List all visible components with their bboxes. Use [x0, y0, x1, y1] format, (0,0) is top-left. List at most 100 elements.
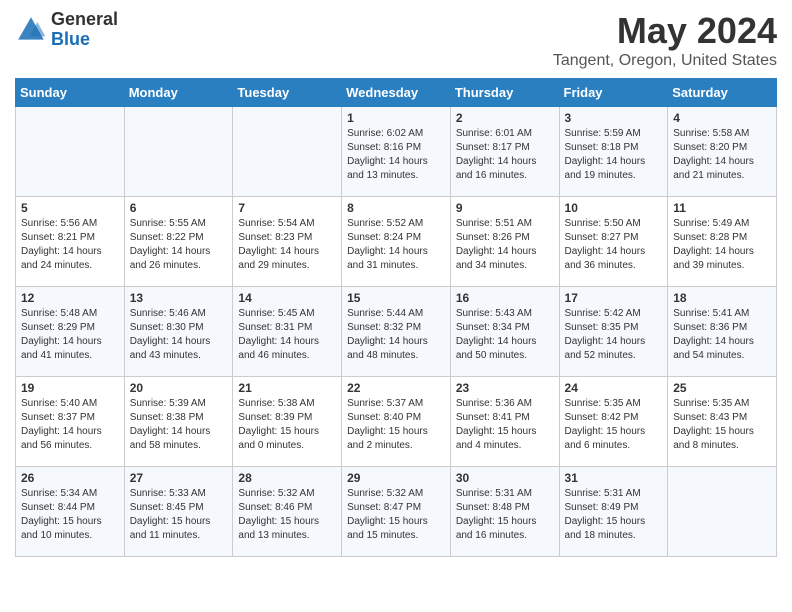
logo-text: General Blue: [51, 10, 118, 50]
day-number: 21: [238, 381, 336, 395]
logo-blue: Blue: [51, 30, 118, 50]
logo-general: General: [51, 10, 118, 30]
day-cell: 10 Sunrise: 5:50 AM Sunset: 8:27 PM Dayli…: [559, 197, 668, 287]
day-number: 14: [238, 291, 336, 305]
week-row-3: 12 Sunrise: 5:48 AM Sunset: 8:29 PM Dayli…: [16, 287, 777, 377]
day-info: Sunrise: 5:31 AM Sunset: 8:49 PM Dayligh…: [565, 487, 663, 543]
day-cell: 23Sunrise: 5:36 AM Sunset: 8:41 PM Dayli…: [450, 377, 559, 467]
week-row-1: 1 Sunrise: 6:02 AM Sunset: 8:16 PM Daylig…: [16, 107, 777, 197]
day-info: Sunrise: 5:49 AM Sunset: 8:28 PM Dayligh…: [673, 217, 771, 273]
day-info: Sunrise: 6:02 AM Sunset: 8:16 PM Dayligh…: [347, 127, 445, 183]
day-number: 31: [565, 471, 663, 485]
day-info: Sunrise: 5:38 AM Sunset: 8:39 PM Dayligh…: [238, 397, 336, 453]
day-cell: 24Sunrise: 5:35 AM Sunset: 8:42 PM Dayli…: [559, 377, 668, 467]
day-cell: 14Sunrise: 5:45 AM Sunset: 8:31 PM Dayli…: [233, 287, 342, 377]
calendar-header: SundayMondayTuesdayWednesdayThursdayFrid…: [16, 79, 777, 107]
day-number: 26: [21, 471, 119, 485]
day-number: 7: [238, 201, 336, 215]
day-number: 16: [456, 291, 554, 305]
day-number: 19: [21, 381, 119, 395]
day-info: Sunrise: 5:33 AM Sunset: 8:45 PM Dayligh…: [130, 487, 228, 543]
day-info: Sunrise: 5:42 AM Sunset: 8:35 PM Dayligh…: [565, 307, 663, 363]
day-cell: [124, 107, 233, 197]
main-title: May 2024: [553, 10, 777, 52]
day-cell: 29Sunrise: 5:32 AM Sunset: 8:47 PM Dayli…: [342, 467, 451, 557]
day-cell: 28Sunrise: 5:32 AM Sunset: 8:46 PM Dayli…: [233, 467, 342, 557]
day-number: 9: [456, 201, 554, 215]
day-cell: 18 Sunrise: 5:41 AM Sunset: 8:36 PM Dayli…: [668, 287, 777, 377]
day-number: 20: [130, 381, 228, 395]
day-cell: 4 Sunrise: 5:58 AM Sunset: 8:20 PM Daylig…: [668, 107, 777, 197]
day-number: 1: [347, 111, 445, 125]
week-row-5: 26 Sunrise: 5:34 AM Sunset: 8:44 PM Dayli…: [16, 467, 777, 557]
day-cell: 19 Sunrise: 5:40 AM Sunset: 8:37 PM Dayli…: [16, 377, 125, 467]
day-number: 13: [130, 291, 228, 305]
day-number: 3: [565, 111, 663, 125]
header-row: SundayMondayTuesdayWednesdayThursdayFrid…: [16, 79, 777, 107]
day-number: 18: [673, 291, 771, 305]
day-cell: 31 Sunrise: 5:31 AM Sunset: 8:49 PM Dayli…: [559, 467, 668, 557]
day-number: 10: [565, 201, 663, 215]
day-number: 23: [456, 381, 554, 395]
day-cell: 16 Sunrise: 5:43 AM Sunset: 8:34 PM Dayli…: [450, 287, 559, 377]
day-cell: [16, 107, 125, 197]
day-info: Sunrise: 5:50 AM Sunset: 8:27 PM Dayligh…: [565, 217, 663, 273]
logo-icon: [15, 14, 47, 46]
day-cell: 6Sunrise: 5:55 AM Sunset: 8:22 PM Daylig…: [124, 197, 233, 287]
title-block: May 2024 Tangent, Oregon, United States: [553, 10, 777, 70]
day-cell: 3 Sunrise: 5:59 AM Sunset: 8:18 PM Daylig…: [559, 107, 668, 197]
day-info: Sunrise: 5:52 AM Sunset: 8:24 PM Dayligh…: [347, 217, 445, 273]
day-info: Sunrise: 5:39 AM Sunset: 8:38 PM Dayligh…: [130, 397, 228, 453]
header-sunday: Sunday: [16, 79, 125, 107]
day-number: 11: [673, 201, 771, 215]
day-number: 24: [565, 381, 663, 395]
day-info: Sunrise: 5:54 AM Sunset: 8:23 PM Dayligh…: [238, 217, 336, 273]
header-saturday: Saturday: [668, 79, 777, 107]
day-info: Sunrise: 5:58 AM Sunset: 8:20 PM Dayligh…: [673, 127, 771, 183]
header-thursday: Thursday: [450, 79, 559, 107]
calendar-table: SundayMondayTuesdayWednesdayThursdayFrid…: [15, 78, 777, 557]
day-number: 4: [673, 111, 771, 125]
day-number: 28: [238, 471, 336, 485]
day-cell: [233, 107, 342, 197]
day-info: Sunrise: 5:40 AM Sunset: 8:37 PM Dayligh…: [21, 397, 119, 453]
day-info: Sunrise: 5:34 AM Sunset: 8:44 PM Dayligh…: [21, 487, 119, 543]
day-number: 30: [456, 471, 554, 485]
day-info: Sunrise: 5:46 AM Sunset: 8:30 PM Dayligh…: [130, 307, 228, 363]
header-tuesday: Tuesday: [233, 79, 342, 107]
day-info: Sunrise: 5:48 AM Sunset: 8:29 PM Dayligh…: [21, 307, 119, 363]
day-cell: 1 Sunrise: 6:02 AM Sunset: 8:16 PM Daylig…: [342, 107, 451, 197]
day-cell: 5 Sunrise: 5:56 AM Sunset: 8:21 PM Daylig…: [16, 197, 125, 287]
day-info: Sunrise: 5:35 AM Sunset: 8:43 PM Dayligh…: [673, 397, 771, 453]
day-number: 6: [130, 201, 228, 215]
day-info: Sunrise: 5:43 AM Sunset: 8:34 PM Dayligh…: [456, 307, 554, 363]
logo: General Blue: [15, 10, 118, 50]
header-monday: Monday: [124, 79, 233, 107]
day-number: 25: [673, 381, 771, 395]
day-cell: 12 Sunrise: 5:48 AM Sunset: 8:29 PM Dayli…: [16, 287, 125, 377]
day-number: 17: [565, 291, 663, 305]
day-cell: 21 Sunrise: 5:38 AM Sunset: 8:39 PM Dayli…: [233, 377, 342, 467]
day-cell: 17 Sunrise: 5:42 AM Sunset: 8:35 PM Dayli…: [559, 287, 668, 377]
day-cell: 25 Sunrise: 5:35 AM Sunset: 8:43 PM Dayli…: [668, 377, 777, 467]
day-number: 5: [21, 201, 119, 215]
calendar-body: 1 Sunrise: 6:02 AM Sunset: 8:16 PM Daylig…: [16, 107, 777, 557]
day-number: 12: [21, 291, 119, 305]
day-info: Sunrise: 5:51 AM Sunset: 8:26 PM Dayligh…: [456, 217, 554, 273]
day-number: 27: [130, 471, 228, 485]
day-cell: 30 Sunrise: 5:31 AM Sunset: 8:48 PM Dayli…: [450, 467, 559, 557]
day-info: Sunrise: 5:44 AM Sunset: 8:32 PM Dayligh…: [347, 307, 445, 363]
day-cell: 22Sunrise: 5:37 AM Sunset: 8:40 PM Dayli…: [342, 377, 451, 467]
day-info: Sunrise: 5:59 AM Sunset: 8:18 PM Dayligh…: [565, 127, 663, 183]
day-number: 29: [347, 471, 445, 485]
day-info: Sunrise: 5:56 AM Sunset: 8:21 PM Dayligh…: [21, 217, 119, 273]
day-info: Sunrise: 5:31 AM Sunset: 8:48 PM Dayligh…: [456, 487, 554, 543]
day-cell: 15 Sunrise: 5:44 AM Sunset: 8:32 PM Dayli…: [342, 287, 451, 377]
day-cell: 7 Sunrise: 5:54 AM Sunset: 8:23 PM Daylig…: [233, 197, 342, 287]
day-number: 22: [347, 381, 445, 395]
day-info: Sunrise: 6:01 AM Sunset: 8:17 PM Dayligh…: [456, 127, 554, 183]
day-number: 15: [347, 291, 445, 305]
day-cell: 13 Sunrise: 5:46 AM Sunset: 8:30 PM Dayli…: [124, 287, 233, 377]
day-number: 8: [347, 201, 445, 215]
day-info: Sunrise: 5:41 AM Sunset: 8:36 PM Dayligh…: [673, 307, 771, 363]
